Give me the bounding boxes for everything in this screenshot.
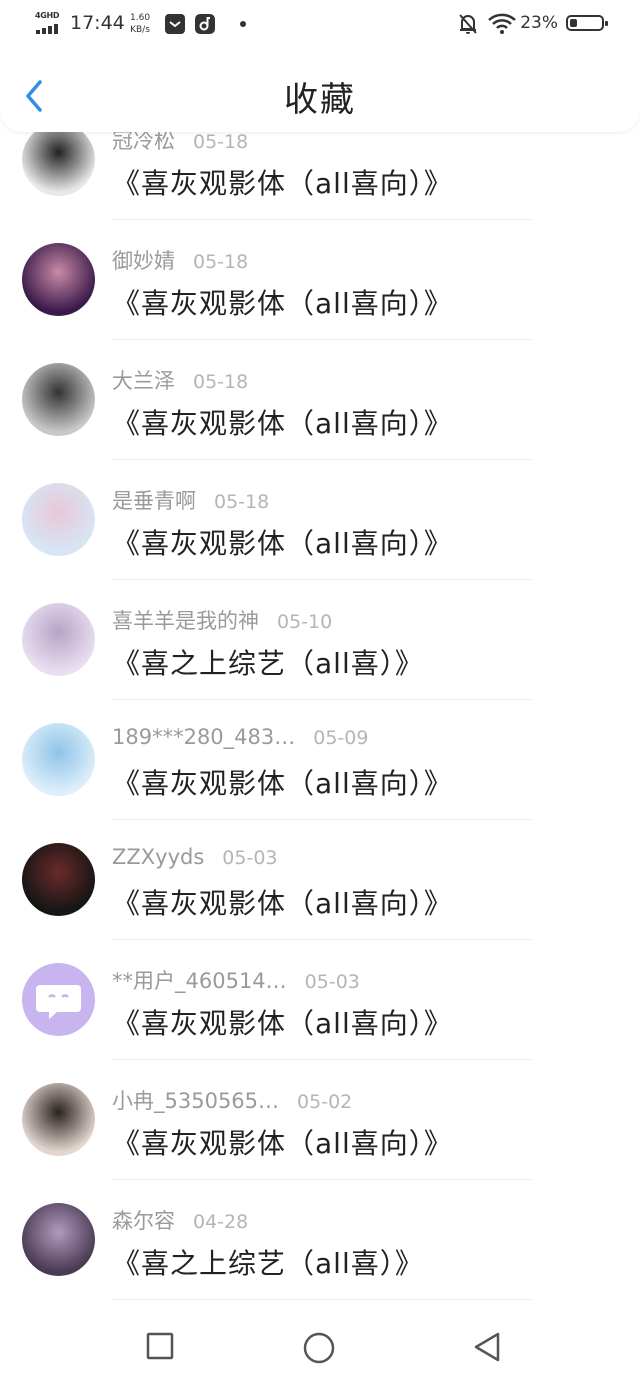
username-text: ZZXyyds bbox=[112, 845, 205, 869]
divider bbox=[112, 1299, 532, 1300]
list-item[interactable]: 是垂青啊 05-18 《喜灰观影体（all喜向）》 bbox=[0, 460, 640, 580]
favorite-date: 05-18 bbox=[193, 131, 249, 153]
favorite-date: 05-03 bbox=[304, 971, 360, 993]
battery-percent: 23% bbox=[520, 13, 558, 33]
post-title[interactable]: 《喜灰观影体（all喜向）》 bbox=[112, 882, 453, 922]
post-title[interactable]: 《喜之上综艺（all喜）》 bbox=[112, 1242, 424, 1282]
list-item[interactable]: 御妙婧 05-18 《喜灰观影体（all喜向）》 bbox=[0, 220, 640, 340]
nav-back-button[interactable] bbox=[470, 1331, 502, 1367]
wifi-icon bbox=[488, 13, 516, 35]
username-text: 是垂青啊 bbox=[112, 489, 196, 513]
username: 是垂青啊 05-18 bbox=[112, 485, 269, 515]
favorite-date: 05-18 bbox=[193, 251, 249, 273]
battery-icon bbox=[566, 15, 608, 31]
favorite-date: 05-18 bbox=[193, 371, 249, 393]
favorite-date: 05-03 bbox=[222, 847, 278, 869]
avatar[interactable] bbox=[22, 843, 95, 916]
username-text: 189***280_483… bbox=[112, 725, 296, 749]
username: 189***280_483… 05-09 bbox=[112, 725, 368, 749]
post-title[interactable]: 《喜灰观影体（all喜向）》 bbox=[112, 162, 453, 202]
music-app-icon bbox=[195, 14, 215, 34]
username: **用户_460514… 05-03 bbox=[112, 965, 360, 995]
username: 御妙婧 05-18 bbox=[112, 245, 248, 275]
favorite-date: 04-28 bbox=[193, 1211, 249, 1233]
list-item[interactable]: **用户_460514… 05-03 《喜灰观影体（all喜向）》 bbox=[0, 940, 640, 1060]
list-item[interactable]: 森尔容 04-28 《喜之上综艺（all喜）》 bbox=[0, 1180, 640, 1300]
username: ZZXyyds 05-03 bbox=[112, 845, 278, 869]
avatar[interactable] bbox=[22, 243, 95, 316]
list-item[interactable]: ZZXyyds 05-03 《喜灰观影体（all喜向）》 bbox=[0, 820, 640, 940]
chat-bubble-icon bbox=[36, 985, 81, 1019]
system-navigation-bar bbox=[0, 1305, 640, 1387]
username-text: 森尔容 bbox=[112, 1209, 175, 1233]
avatar[interactable] bbox=[22, 963, 95, 1036]
more-notifications-dot bbox=[240, 21, 246, 27]
favorite-date: 05-02 bbox=[297, 1091, 353, 1113]
speed-value: 1.60 bbox=[130, 13, 151, 23]
status-bar: 4GHD 17:44 1.60 KB/s 23% bbox=[0, 0, 640, 50]
post-title[interactable]: 《喜灰观影体（all喜向）》 bbox=[112, 282, 453, 322]
speed-unit: KB/s bbox=[130, 25, 150, 35]
favorite-date: 05-10 bbox=[277, 611, 333, 633]
app-header: 收藏 bbox=[0, 50, 640, 132]
username: 大兰泽 05-18 bbox=[112, 365, 248, 395]
username-text: 冠冷松 bbox=[112, 129, 175, 153]
username: 森尔容 04-28 bbox=[112, 1205, 248, 1235]
username-text: 大兰泽 bbox=[112, 369, 175, 393]
favorite-date: 05-18 bbox=[214, 491, 270, 513]
username-text: 小冉_5350565… bbox=[112, 1089, 280, 1113]
page-title: 收藏 bbox=[284, 80, 356, 120]
circle-icon bbox=[303, 1332, 335, 1364]
list-item[interactable]: 小冉_5350565… 05-02 《喜灰观影体（all喜向）》 bbox=[0, 1060, 640, 1180]
recents-button[interactable] bbox=[145, 1331, 175, 1365]
post-title[interactable]: 《喜之上综艺（all喜）》 bbox=[112, 642, 424, 682]
home-button[interactable] bbox=[302, 1331, 336, 1369]
list-item[interactable]: 喜羊羊是我的神 05-10 《喜之上综艺（all喜）》 bbox=[0, 580, 640, 700]
username-text: **用户_460514… bbox=[112, 969, 287, 993]
username-text: 喜羊羊是我的神 bbox=[112, 609, 259, 633]
avatar[interactable] bbox=[22, 483, 95, 556]
square-icon bbox=[146, 1332, 174, 1360]
triangle-back-icon bbox=[474, 1332, 500, 1362]
network-type: 4GHD bbox=[35, 11, 60, 20]
favorite-date: 05-09 bbox=[313, 727, 369, 749]
cellular-signal-icon: 4GHD bbox=[35, 11, 65, 35]
post-title[interactable]: 《喜灰观影体（all喜向）》 bbox=[112, 762, 453, 802]
post-title[interactable]: 《喜灰观影体（all喜向）》 bbox=[112, 1122, 453, 1162]
avatar[interactable] bbox=[22, 603, 95, 676]
app-notification-icon bbox=[165, 14, 185, 34]
avatar[interactable] bbox=[22, 1083, 95, 1156]
avatar[interactable] bbox=[22, 723, 95, 796]
list-item[interactable]: 189***280_483… 05-09 《喜灰观影体（all喜向）》 bbox=[0, 700, 640, 820]
mute-bell-icon bbox=[458, 13, 478, 35]
post-title[interactable]: 《喜灰观影体（all喜向）》 bbox=[112, 402, 453, 442]
avatar[interactable] bbox=[22, 1203, 95, 1276]
post-title[interactable]: 《喜灰观影体（all喜向）》 bbox=[112, 1002, 453, 1042]
username: 小冉_5350565… 05-02 bbox=[112, 1085, 352, 1115]
username: 喜羊羊是我的神 05-10 bbox=[112, 605, 332, 635]
list-item[interactable]: 大兰泽 05-18 《喜灰观影体（all喜向）》 bbox=[0, 340, 640, 460]
avatar[interactable] bbox=[22, 123, 95, 196]
network-speed: 1.60 KB/s bbox=[130, 12, 150, 36]
clock: 17:44 bbox=[70, 12, 125, 34]
avatar[interactable] bbox=[22, 363, 95, 436]
post-title[interactable]: 《喜灰观影体（all喜向）》 bbox=[112, 522, 453, 562]
username-text: 御妙婧 bbox=[112, 249, 175, 273]
